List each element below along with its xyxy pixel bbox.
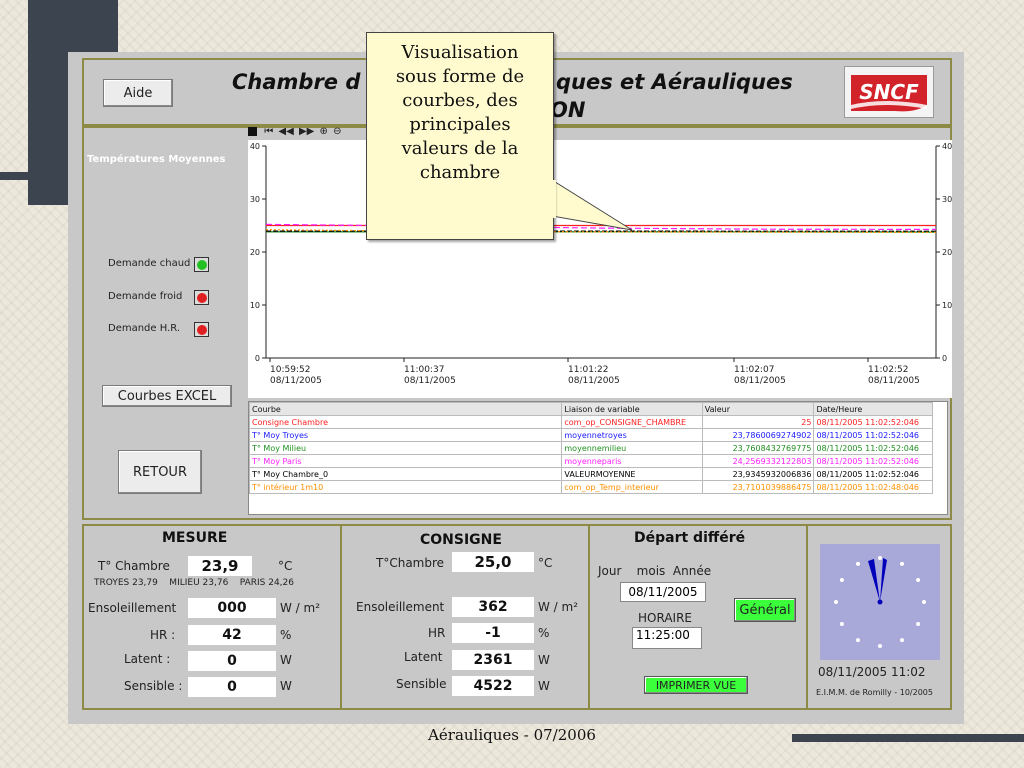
callout-line-6: chambre — [419, 162, 501, 183]
callout-line-3: courbes, des — [402, 90, 518, 111]
callout-line-4: principales — [409, 114, 511, 135]
callout-line-5: valeurs de la — [401, 138, 519, 159]
callout-annotation: Visualisation sous forme de courbes, des… — [366, 32, 554, 240]
callout-line-2: sous forme de — [395, 66, 525, 87]
callout-line-1: Visualisation — [401, 42, 519, 63]
slide-footer: Aérauliques - 07/2006 — [428, 726, 596, 744]
callout-joint-mask — [550, 180, 556, 218]
